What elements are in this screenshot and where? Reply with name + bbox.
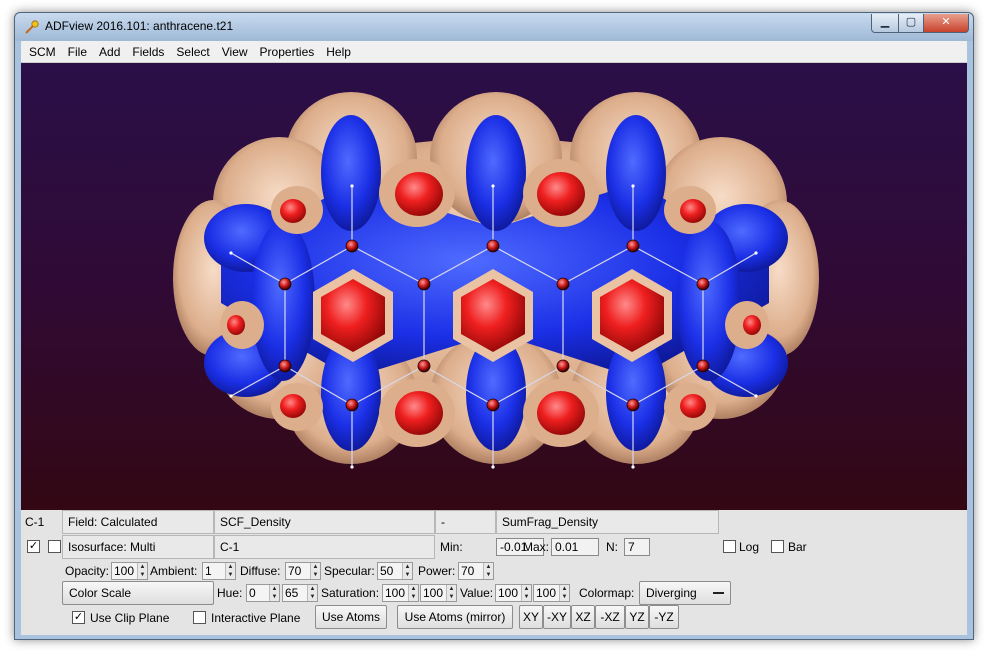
spin-arrows-icon[interactable]: ▲ ▼ <box>402 563 412 579</box>
saturation-max-spinbox[interactable]: 100 ▲ ▼ <box>420 584 457 602</box>
saturation-min-spinbox[interactable]: 100 ▲ ▼ <box>382 584 419 602</box>
min-label: Min: <box>440 540 463 554</box>
menu-add[interactable]: Add <box>93 41 126 63</box>
spin-arrows-icon[interactable]: ▲ ▼ <box>310 563 320 579</box>
opacity-spinbox[interactable]: 100 ▲ ▼ <box>111 562 148 580</box>
menu-view[interactable]: View <box>216 41 254 63</box>
surface-visible-checkbox[interactable]: ✓ <box>27 540 40 553</box>
view-yz-button[interactable]: YZ <box>625 605 649 629</box>
isosurface-atom-selector[interactable]: C-1 <box>214 535 435 559</box>
menu-bar: SCM File Add Fields Select View Properti… <box>21 41 967 63</box>
n-value-field[interactable]: 7 <box>624 538 650 556</box>
field-name-selector[interactable]: SCF_Density <box>214 510 435 534</box>
saturation-label: Saturation: <box>321 586 380 600</box>
adf-app-icon <box>25 20 39 34</box>
minimize-button[interactable]: ▁ <box>871 14 899 33</box>
n-label: N: <box>606 540 618 554</box>
menu-fields[interactable]: Fields <box>126 41 170 63</box>
spin-arrows-icon[interactable]: ▲ ▼ <box>269 585 279 601</box>
client-area: SCM File Add Fields Select View Properti… <box>21 41 967 635</box>
specular-spinbox[interactable]: 50 ▲ ▼ <box>377 562 413 580</box>
diffuse-spinbox[interactable]: 70 ▲ ▼ <box>285 562 321 580</box>
colormap-dropdown[interactable]: Diverging <box>639 581 731 605</box>
spin-arrows-icon[interactable]: ▲ ▼ <box>137 563 147 579</box>
menu-select[interactable]: Select <box>170 41 215 63</box>
spin-arrows-icon[interactable]: ▲ ▼ <box>446 585 456 601</box>
view-xy-button[interactable]: XY <box>519 605 543 629</box>
power-label: Power: <box>418 564 456 578</box>
use-atoms-mirror-button[interactable]: Use Atoms (mirror) <box>397 605 513 629</box>
spin-arrows-icon[interactable]: ▲ ▼ <box>483 563 493 579</box>
spin-arrows-icon[interactable]: ▲ ▼ <box>521 585 531 601</box>
log-label: Log <box>739 540 760 554</box>
maximize-button[interactable]: ▢ <box>898 14 924 33</box>
menu-properties[interactable]: Properties <box>254 41 321 63</box>
bar-checkbox[interactable] <box>771 540 784 553</box>
menu-file[interactable]: File <box>62 41 93 63</box>
density-isosurface-render[interactable] <box>21 63 967 510</box>
isosurface-type-selector[interactable]: Isosurface: Multi <box>62 535 214 559</box>
spin-arrows-icon[interactable]: ▲ ▼ <box>408 585 418 601</box>
spin-arrows-icon[interactable]: ▲ ▼ <box>225 563 235 579</box>
field-type-selector[interactable]: Field: Calculated <box>62 510 214 534</box>
ambient-spinbox[interactable]: 1 ▲ ▼ <box>202 562 236 580</box>
use-atoms-button[interactable]: Use Atoms <box>315 605 387 629</box>
power-spinbox[interactable]: 70 ▲ ▼ <box>458 562 494 580</box>
view-xz-button[interactable]: XZ <box>571 605 595 629</box>
hue-label: Hue: <box>217 586 243 600</box>
specular-label: Specular: <box>324 564 375 578</box>
view-neg-xz-button[interactable]: -XZ <box>595 605 625 629</box>
spin-arrows-icon[interactable]: ▲ ▼ <box>307 585 317 601</box>
second-field-selector[interactable]: SumFrag_Density <box>496 510 719 534</box>
field-control-panel: C-1 Field: Calculated SCF_Density - SumF… <box>21 510 967 635</box>
opacity-label: Opacity: <box>65 564 110 578</box>
hue-min-spinbox[interactable]: 0 ▲ ▼ <box>246 584 280 602</box>
app-window: ADFview 2016.101: anthracene.t21 ▁ ▢ ✕ S… <box>14 12 974 640</box>
clip-plane-label: Use Clip Plane <box>90 611 170 625</box>
dropdown-arrow-icon <box>713 592 724 594</box>
interactive-plane-checkbox[interactable] <box>193 611 206 624</box>
colormap-label: Colormap: <box>579 586 635 600</box>
max-label: Max: <box>523 540 550 554</box>
value-min-spinbox[interactable]: 100 ▲ ▼ <box>495 584 532 602</box>
diffuse-label: Diffuse: <box>240 564 281 578</box>
log-checkbox[interactable] <box>723 540 736 553</box>
menu-help[interactable]: Help <box>320 41 357 63</box>
menu-scm[interactable]: SCM <box>23 41 62 63</box>
close-button[interactable]: ✕ <box>923 14 969 33</box>
hue-max-spinbox[interactable]: 65 ▲ ▼ <box>282 584 318 602</box>
interactive-plane-label: Interactive Plane <box>211 611 301 625</box>
atom-label: C-1 <box>25 515 45 529</box>
clip-plane-checkbox[interactable]: ✓ <box>72 611 85 624</box>
molecule-viewport[interactable] <box>21 63 967 510</box>
view-neg-yz-button[interactable]: -YZ <box>649 605 679 629</box>
view-neg-xy-button[interactable]: -XY <box>543 605 571 629</box>
surface-option-checkbox[interactable] <box>48 540 61 553</box>
positive-ring-lobes <box>321 279 664 352</box>
max-value-field[interactable]: 0.01 <box>551 538 599 556</box>
value-label: Value: <box>460 586 494 600</box>
bar-label: Bar <box>788 540 807 554</box>
title-bar[interactable]: ADFview 2016.101: anthracene.t21 ▁ ▢ ✕ <box>15 13 973 41</box>
spin-arrows-icon[interactable]: ▲ ▼ <box>559 585 569 601</box>
field-operator-selector[interactable]: - <box>435 510 496 534</box>
window-title: ADFview 2016.101: anthracene.t21 <box>45 19 234 33</box>
value-max-spinbox[interactable]: 100 ▲ ▼ <box>533 584 570 602</box>
ambient-label: Ambient: <box>150 564 198 578</box>
color-scale-button[interactable]: Color Scale <box>62 581 214 605</box>
